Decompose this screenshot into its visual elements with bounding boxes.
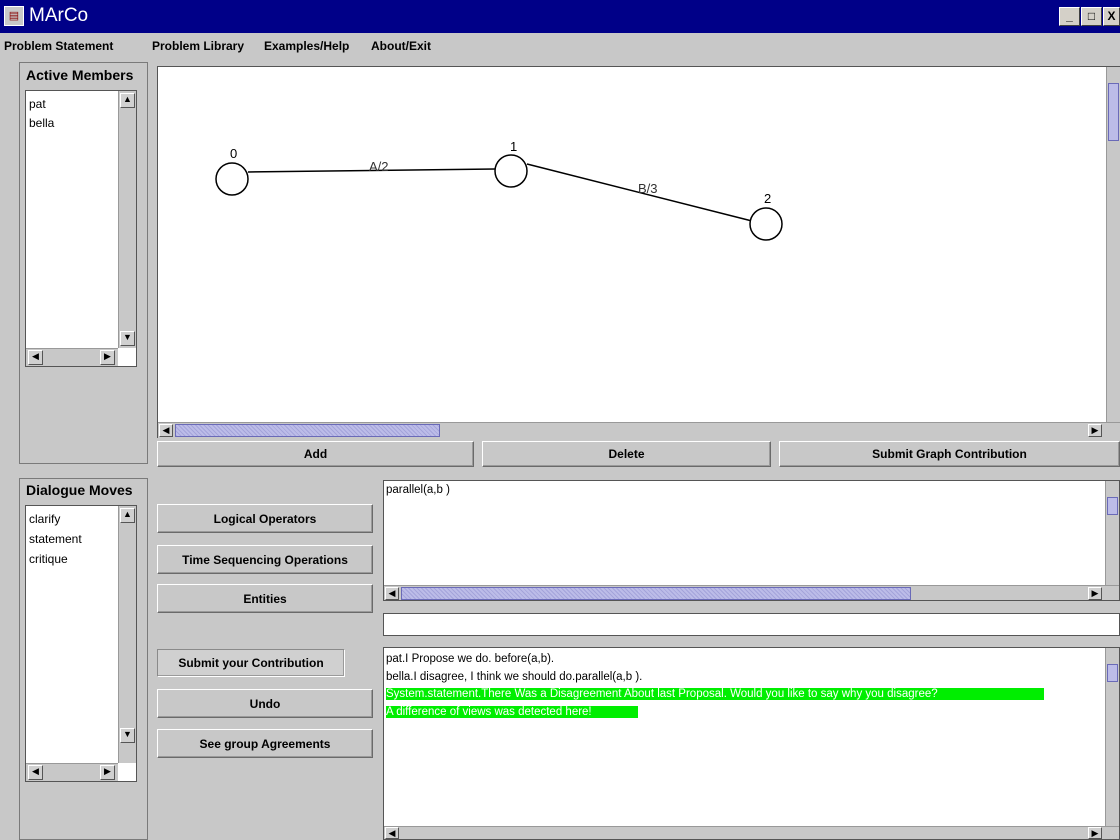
member-item[interactable]: pat [29,97,46,111]
dialogue-moves-label: Dialogue Moves [26,482,133,498]
moves-hscrollbar[interactable]: ◀ ▶ [26,763,118,781]
move-item[interactable]: critique [29,552,68,566]
edge-label: B/3 [638,181,658,196]
moves-vscrollbar[interactable]: ▲ ▼ [118,506,136,763]
delete-button[interactable]: Delete [482,441,771,467]
scroll-right-arrow-icon[interactable]: ▶ [100,350,115,365]
maximize-button[interactable]: □ [1081,7,1102,26]
chat-vscrollbar[interactable] [1105,648,1119,826]
scroll-right-arrow-icon[interactable]: ▶ [1088,827,1102,839]
move-item[interactable]: clarify [29,512,60,526]
chat-line: bella.I disagree, I think we should do.p… [386,671,643,683]
active-members-list[interactable]: pat bella ▲ ▼ ◀ ▶ [25,90,137,367]
see-agreements-button[interactable]: See group Agreements [157,729,373,758]
chat-area[interactable]: pat.I Propose we do. before(a,b). bella.… [383,647,1120,840]
menu-bar: Problem Statement Problem Library Exampl… [0,34,1120,58]
members-vscrollbar[interactable]: ▲ ▼ [118,91,136,348]
edge-label: A/2 [369,159,389,174]
chat-line-highlighted: System.statement.There Was a Disagreemen… [386,688,1044,700]
graph-vscrollbar[interactable] [1106,67,1120,422]
scroll-left-arrow-icon[interactable]: ◀ [385,827,399,839]
minimize-button[interactable]: _ [1059,7,1080,26]
menu-examples-help[interactable]: Examples/Help [264,39,349,53]
app-icon: ▤ [4,6,24,26]
scroll-up-arrow-icon[interactable]: ▲ [120,93,135,108]
scroll-up-arrow-icon[interactable]: ▲ [120,508,135,523]
member-item[interactable]: bella [29,116,54,130]
scroll-right-arrow-icon[interactable]: ▶ [1088,424,1102,437]
graph-node[interactable] [215,162,249,196]
active-members-label: Active Members [26,67,134,83]
menu-problem-statement[interactable]: Problem Statement [4,39,113,53]
chat-line: pat.I Propose we do. before(a,b). [386,653,555,665]
title-bar[interactable]: ▤ MArCo _ □ X [0,0,1120,33]
submit-graph-button[interactable]: Submit Graph Contribution [779,441,1120,467]
expression-hscrollbar[interactable]: ◀ ▶ [384,585,1119,600]
time-sequencing-button[interactable]: Time Sequencing Operations [157,545,373,574]
window-title: MArCo [29,5,89,26]
expression-text: parallel(a,b ) [386,484,450,496]
menu-about-exit[interactable]: About/Exit [371,39,431,53]
contribution-input[interactable] [383,613,1120,636]
graph-drawing: 0 1 2 A/2 B/3 [215,139,783,241]
node-label: 1 [510,139,517,154]
chat-vscroll-thumb[interactable] [1107,664,1118,682]
chat-line-highlighted [386,724,394,736]
scroll-right-arrow-icon[interactable]: ▶ [1088,587,1102,600]
graph-node[interactable] [494,154,528,188]
scroll-left-arrow-icon[interactable]: ◀ [28,350,43,365]
scroll-left-arrow-icon[interactable]: ◀ [385,587,399,600]
expression-area[interactable]: parallel(a,b ) ◀ ▶ [383,480,1120,601]
node-label: 0 [230,146,237,161]
node-label: 2 [764,191,771,206]
chat-hscrollbar[interactable]: ◀ ▶ [384,826,1119,839]
menu-problem-library[interactable]: Problem Library [152,39,244,53]
chat-line-highlighted: A difference of views was detected here! [386,706,638,718]
graph-canvas[interactable]: 0 1 2 A/2 B/3 ◀ ▶ [157,66,1120,438]
logical-operators-button[interactable]: Logical Operators [157,504,373,533]
members-hscrollbar[interactable]: ◀ ▶ [26,348,118,366]
close-button[interactable]: X [1103,7,1120,26]
expression-hscroll-thumb[interactable] [401,587,911,600]
scroll-left-arrow-icon[interactable]: ◀ [28,765,43,780]
undo-button[interactable]: Undo [157,689,373,718]
graph-node[interactable] [749,207,783,241]
scroll-down-arrow-icon[interactable]: ▼ [120,728,135,743]
scroll-right-arrow-icon[interactable]: ▶ [100,765,115,780]
graph-hscroll-thumb[interactable] [175,424,440,437]
graph-vscroll-thumb[interactable] [1108,83,1119,141]
add-button[interactable]: Add [157,441,474,467]
expression-vscrollbar[interactable] [1105,481,1119,585]
scroll-down-arrow-icon[interactable]: ▼ [120,331,135,346]
entities-button[interactable]: Entities [157,584,373,613]
move-item[interactable]: statement [29,532,82,546]
submit-contribution-button[interactable]: Submit your Contribution [157,649,345,677]
expression-vscroll-thumb[interactable] [1107,497,1118,515]
dialogue-moves-list[interactable]: clarify statement critique ▲ ▼ ◀ ▶ [25,505,137,782]
scroll-left-arrow-icon[interactable]: ◀ [159,424,173,437]
graph-hscrollbar[interactable]: ◀ ▶ [158,422,1120,438]
